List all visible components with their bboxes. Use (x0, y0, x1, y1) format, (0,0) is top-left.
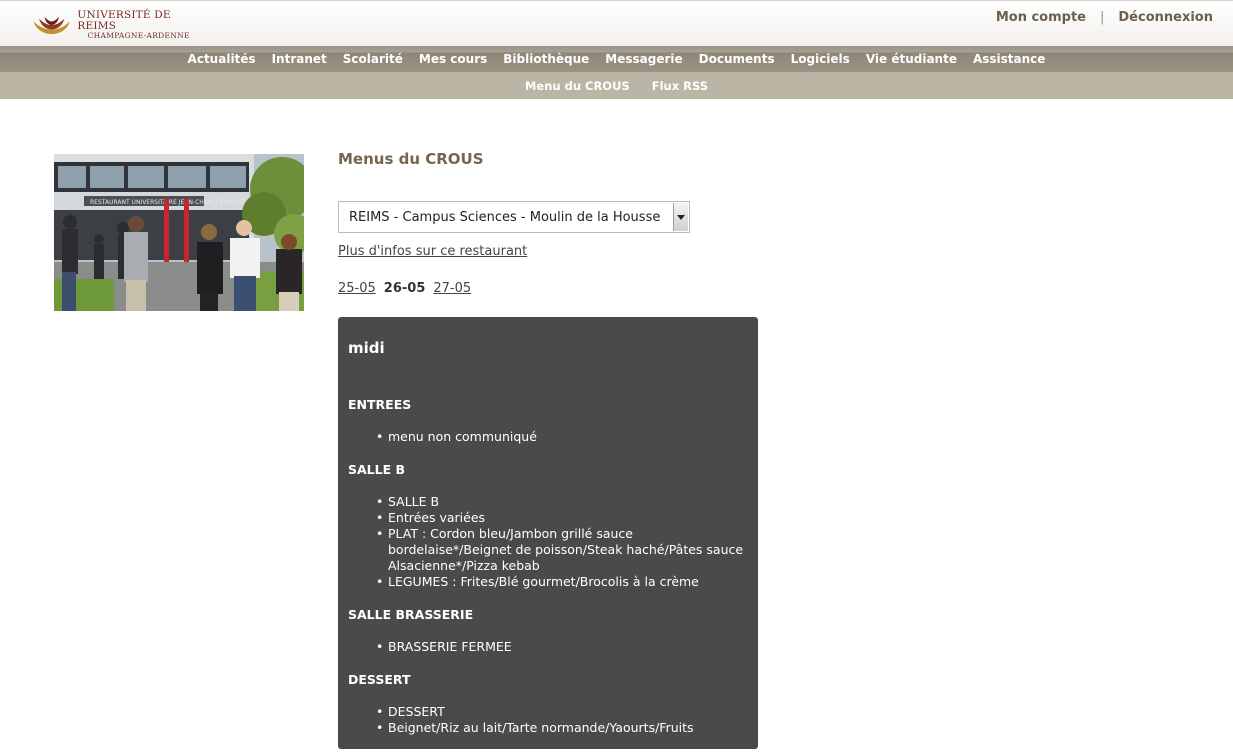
restaurant-select-value: REIMS - Campus Sciences - Moulin de la H… (349, 209, 661, 225)
list-item: Entrées variées (376, 510, 748, 526)
account-separator: | (1100, 10, 1105, 25)
section-title: SALLE BRASSERIE (348, 607, 474, 622)
restaurant-select[interactable]: REIMS - Campus Sciences - Moulin de la H… (338, 201, 690, 233)
chevron-down-icon[interactable] (673, 203, 688, 231)
list-item: DESSERT (376, 704, 748, 720)
list-item: menu non communiqué (376, 429, 748, 445)
menu-section-dessert: DESSERT DESSERT Beignet/Riz au lait/Tart… (348, 672, 748, 736)
page-title: Menus du CROUS (338, 150, 484, 168)
menu-section-salle-b: SALLE B SALLE B Entrées variées PLAT : C… (348, 462, 748, 590)
restaurant-photo: RESTAURANT UNIVERSITAIRE JEAN-CHARLES PR… (54, 154, 304, 311)
list-item: BRASSERIE FERMEE (376, 639, 748, 655)
nav-item-vie-etudiante[interactable]: Vie étudiante (866, 52, 957, 66)
date-prev-link[interactable]: 25-05 (338, 281, 376, 296)
top-header: UNIVERSITÉ DE REIMS CHAMPAGNE-ARDENNE Mo… (0, 0, 1233, 46)
account-links: Mon compte | Déconnexion (996, 10, 1213, 25)
nav-item-menu-crous[interactable]: Menu du CROUS (525, 79, 630, 93)
menu-section-entrees: ENTREES menu non communiqué (348, 397, 748, 445)
logo-title: UNIVERSITÉ DE REIMS (77, 9, 171, 32)
section-title: ENTREES (348, 397, 412, 412)
date-navigation: 25-05 26-05 27-05 (338, 281, 471, 296)
list-item: LEGUMES : Frites/Blé gourmet/Brocolis à … (376, 574, 748, 590)
fan-logo-icon (33, 16, 70, 35)
date-current: 26-05 (383, 281, 426, 296)
primary-nav: Actualités Intranet Scolarité Mes cours … (0, 46, 1233, 72)
logo-subtitle: CHAMPAGNE-ARDENNE (87, 31, 190, 41)
nav-item-scolarite[interactable]: Scolarité (343, 52, 403, 66)
section-title: DESSERT (348, 672, 411, 687)
secondary-nav: Menu du CROUS Flux RSS (0, 72, 1233, 99)
section-title: SALLE B (348, 462, 406, 477)
menu-panel: midi ENTREES menu non communiqué SALLE B… (338, 317, 758, 749)
list-item: SALLE B (376, 494, 748, 510)
date-next-link[interactable]: 27-05 (433, 281, 471, 296)
restaurant-info-link[interactable]: Plus d'infos sur ce restaurant (338, 244, 527, 259)
nav-item-logiciels[interactable]: Logiciels (791, 52, 850, 66)
nav-item-actualites[interactable]: Actualités (188, 52, 256, 66)
restaurant-photo-image: RESTAURANT UNIVERSITAIRE JEAN-CHARLES PR… (54, 154, 304, 311)
nav-item-assistance[interactable]: Assistance (973, 52, 1045, 66)
list-item: Beignet/Riz au lait/Tarte normande/Yaour… (376, 720, 748, 736)
nav-item-flux-rss[interactable]: Flux RSS (652, 79, 708, 93)
list-item: PLAT : Cordon bleu/Jambon grillé sauce b… (376, 526, 748, 574)
nav-item-intranet[interactable]: Intranet (272, 52, 327, 66)
university-logo[interactable]: UNIVERSITÉ DE REIMS CHAMPAGNE-ARDENNE (30, 9, 200, 41)
logout-link[interactable]: Déconnexion (1118, 10, 1213, 25)
nav-item-bibliotheque[interactable]: Bibliothèque (503, 52, 589, 66)
nav-item-mes-cours[interactable]: Mes cours (419, 52, 487, 66)
nav-item-documents[interactable]: Documents (699, 52, 775, 66)
menu-section-brasserie: SALLE BRASSERIE BRASSERIE FERMEE (348, 607, 748, 655)
nav-item-messagerie[interactable]: Messagerie (605, 52, 682, 66)
my-account-link[interactable]: Mon compte (996, 10, 1086, 25)
meal-title: midi (348, 339, 385, 357)
